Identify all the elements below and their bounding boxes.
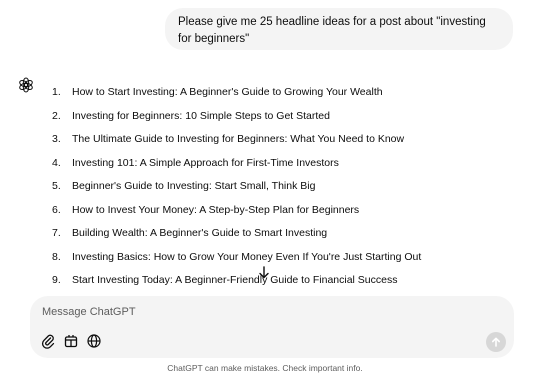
list-item: 2. Investing for Beginners: 10 Simple Ste…: [52, 108, 522, 132]
list-item-text: Start Investing Today: A Beginner-Friend…: [72, 274, 398, 286]
list-item: 5. Beginner's Guide to Investing: Start S…: [52, 178, 522, 202]
list-item-text: The Ultimate Guide to Investing for Begi…: [72, 133, 405, 145]
message-composer: Message ChatGPT: [30, 296, 514, 358]
list-item-number: 5.: [52, 180, 61, 192]
list-item: 7. Building Wealth: A Beginner's Guide to…: [52, 225, 522, 249]
list-item: 4. Investing 101: A Simple Approach for F…: [52, 155, 522, 179]
arrow-up-icon: [491, 337, 500, 347]
list-item-text: Investing Basics: How to Grow Your Money…: [72, 250, 422, 263]
tools-grid-icon[interactable]: [63, 333, 79, 349]
list-item: 3. The Ultimate Guide to Investing for Be…: [52, 131, 522, 155]
list-item: 6. How to Invest Your Money: A Step-by-St…: [52, 202, 522, 226]
list-item-text: Beginner's Guide to Investing: Start Sma…: [72, 180, 316, 192]
list-item-text: How to Start Investing: A Beginner's Gui…: [72, 86, 383, 98]
arrow-down-icon[interactable]: [255, 264, 273, 282]
message-input[interactable]: Message ChatGPT: [42, 306, 136, 318]
list-item-number: 6.: [52, 203, 61, 216]
send-button[interactable]: [486, 332, 506, 352]
list-item-number: 3.: [52, 133, 61, 145]
user-message-text: Please give me 25 headline ideas for a p…: [178, 16, 486, 45]
list-item-number: 8.: [52, 250, 61, 263]
chatgpt-logo-icon: [19, 77, 33, 93]
list-item-number: 7.: [52, 227, 61, 239]
list-item-number: 2.: [52, 109, 61, 122]
user-message-bubble: Please give me 25 headline ideas for a p…: [165, 8, 513, 50]
list-item-number: 4.: [52, 156, 61, 169]
list-item-text: Investing for Beginners: 10 Simple Steps…: [72, 109, 330, 122]
list-item-number: 1.: [52, 86, 61, 98]
list-item-number: 9.: [52, 274, 61, 286]
globe-icon[interactable]: [86, 333, 102, 349]
list-item-text: How to Invest Your Money: A Step-by-Step…: [72, 203, 360, 216]
list-item-text: Building Wealth: A Beginner's Guide to S…: [72, 227, 328, 239]
list-item: 9. Start Investing Today: A Beginner-Frie…: [52, 272, 522, 296]
list-item-text: Investing 101: A Simple Approach for Fir…: [72, 156, 339, 169]
paperclip-icon[interactable]: [40, 333, 56, 349]
list-item: 8. Investing Basics: How to Grow Your Mon…: [52, 249, 522, 273]
disclaimer-text: ChatGPT can make mistakes. Check importa…: [167, 363, 363, 373]
headline-list: 1. How to Start Investing: A Beginner's G…: [52, 84, 522, 296]
list-item: 1. How to Start Investing: A Beginner's G…: [52, 84, 522, 108]
